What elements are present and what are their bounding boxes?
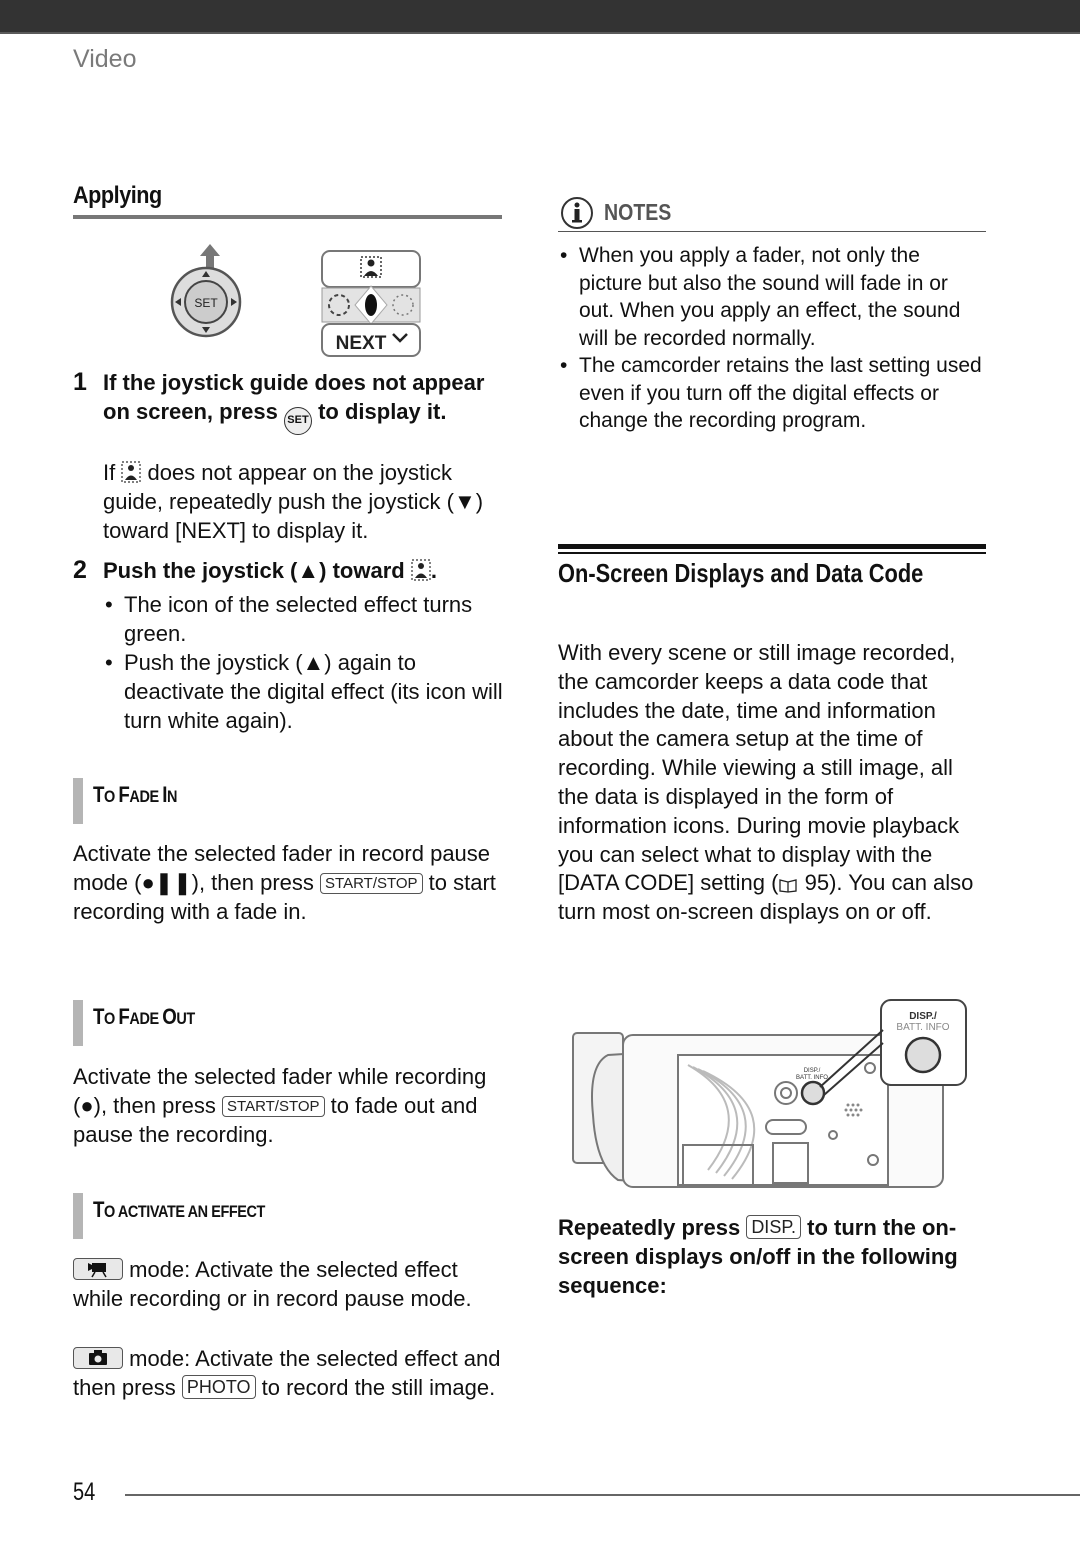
bullet-item: Push the joystick (▲) again to deactivat… [103,648,513,735]
joystick-set-label: SET [194,296,218,310]
photo-mode-text: mode: Activate the selected effect and t… [73,1344,513,1402]
book-reference-icon [779,879,798,894]
movie-mode-description: mode: Activate the selected effect while… [73,1257,472,1311]
step-2-bullets: The icon of the selected effect turns gr… [103,590,513,735]
page-reference[interactable]: 95 [798,870,829,895]
step-title: Push the joystick (▲) toward . [103,556,513,585]
activate-effect-heading: TO ACTIVATE AN EFFECT [73,1193,503,1239]
applying-heading: Applying [73,182,162,209]
step-number: 2 [73,556,87,584]
footer-rule [125,1494,1080,1496]
heading-rule [73,215,502,219]
joystick-icon: SET [170,244,242,338]
activate-effect-title: TO ACTIVATE AN EFFECT [93,1197,265,1222]
step-body: If does not appear on the joystick guide… [103,458,513,545]
step-body-text: does not appear on the joystick guide, r… [103,460,484,543]
set-button-icon: SET [283,407,312,435]
step-title-text: . [430,558,437,583]
info-icon [561,197,593,229]
bullet-item: The icon of the selected effect turns gr… [103,590,513,648]
fader-effect-icon [411,559,431,581]
step-body-text: If [103,460,122,485]
disp-instruction: Repeatedly press DISP. to turn the on-sc… [558,1213,988,1300]
fade-in-text: Activate the selected fader in record pa… [73,839,513,926]
step-title-text: Push the joystick (▲) toward [103,558,411,583]
fade-in-heading: TO FADE IN [73,778,503,824]
fade-out-title: TO FADE OUT [93,1004,195,1029]
heading-bar [73,778,83,824]
section-rule [558,544,986,549]
heading-bar [73,1000,83,1046]
photo-mode-icon [73,1347,123,1369]
disp-key: DISP. [746,1215,802,1239]
page-number: 54 [73,1478,96,1506]
photo-key: PHOTO [181,1375,256,1399]
section-label: Video [73,45,137,73]
movie-mode-icon [73,1258,123,1280]
photo-mode-description-b: to record the still image. [255,1375,496,1400]
body-label-batt: BATT. INFO [796,1075,828,1081]
disp-instruction-a: Repeatedly press [558,1215,747,1240]
note-item: When you apply a fader, not only the pic… [558,242,986,352]
top-bar [0,0,1080,34]
start-stop-key: START/STOP [222,1096,325,1117]
note-item: The camcorder retains the last setting u… [558,352,986,435]
notes-list: When you apply a fader, not only the pic… [558,242,986,435]
fade-out-text: Activate the selected fader while record… [73,1062,513,1149]
osd-body-text: With every scene or still image recorded… [558,639,988,927]
camcorder-illustration: DISP./ BATT. INFO DISP./ BATT. INFO [572,999,967,1188]
start-stop-key: START/STOP [320,873,423,894]
step-title-text: to display it. [311,399,447,424]
fade-out-heading: TO FADE OUT [73,1000,503,1046]
heading-bar [73,1193,83,1239]
notes-title: NOTES [604,199,672,225]
osd-section-title: On-Screen Displays and Data Code [558,558,924,588]
joystick-guide-icon: NEXT [321,250,421,357]
callout-label-batt: BATT. INFO [896,1022,949,1033]
notes-header: NOTES [558,196,986,232]
fader-effect-icon [121,461,141,483]
next-label: NEXT [336,333,387,354]
osd-body-a: With every scene or still image recorded… [558,640,960,896]
body-label-disp: DISP./ [804,1068,821,1074]
fade-in-title: TO FADE IN [93,782,178,807]
step-title: If the joystick guide does not appear on… [103,368,513,435]
movie-mode-text: mode: Activate the selected effect while… [73,1255,513,1313]
callout-label-disp: DISP./ [909,1011,937,1022]
section-rule [558,552,986,554]
step-number: 1 [73,368,87,396]
